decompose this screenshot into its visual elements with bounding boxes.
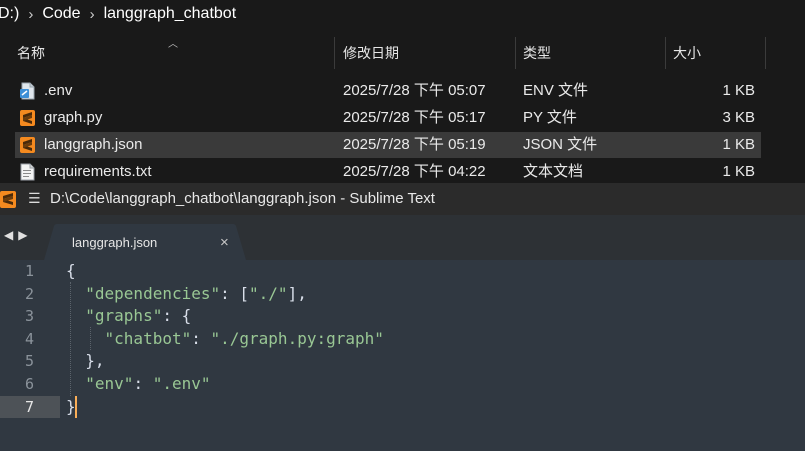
breadcrumb-folder[interactable]: Code xyxy=(42,5,80,23)
file-size: 1 KB xyxy=(722,136,755,153)
title-bar[interactable]: ☰ D:\Code\langgraph_chatbot\langgraph.js… xyxy=(0,183,805,215)
line-gutter: 1 2 3 4 5 6 7 xyxy=(0,260,60,451)
file-row[interactable]: requirements.txt 2025/7/28 下午 04:22 文本文档… xyxy=(15,159,761,185)
file-name: langgraph.json xyxy=(44,136,143,153)
breadcrumb-drive[interactable]: D:) xyxy=(0,5,19,23)
code-line-5: }, xyxy=(85,351,105,371)
file-date: 2025/7/28 下午 05:19 xyxy=(343,136,486,153)
tab-nav-arrows-icon[interactable]: ◀▶ xyxy=(4,228,32,242)
file-row-selected[interactable]: langgraph.json 2025/7/28 下午 05:19 JSON 文… xyxy=(15,132,761,158)
breadcrumb-subfolder[interactable]: langgraph_chatbot xyxy=(104,5,237,23)
column-date[interactable]: 修改日期 xyxy=(343,37,399,69)
tab-label: langgraph.json xyxy=(72,235,158,250)
file-row[interactable]: .env 2025/7/28 下午 05:07 ENV 文件 1 KB xyxy=(15,78,761,104)
sublime-file-icon xyxy=(20,110,35,126)
breadcrumb: D:) › Code › langgraph_chatbot xyxy=(0,0,805,28)
file-size: 3 KB xyxy=(722,109,755,126)
chevron-right-icon: › xyxy=(89,5,95,23)
hamburger-menu-icon[interactable]: ☰ xyxy=(28,190,41,207)
sublime-logo-icon xyxy=(0,191,16,208)
sublime-file-icon xyxy=(20,137,35,153)
line-number: 4 xyxy=(24,329,34,348)
column-divider[interactable] xyxy=(515,37,516,69)
column-size[interactable]: 大小 xyxy=(673,37,701,69)
line-number: 3 xyxy=(24,307,34,326)
sublime-window: ☰ D:\Code\langgraph_chatbot\langgraph.js… xyxy=(0,183,805,451)
column-type[interactable]: 类型 xyxy=(523,37,551,69)
window-title: D:\Code\langgraph_chatbot\langgraph.json… xyxy=(50,190,435,207)
chevron-right-icon: › xyxy=(28,5,34,23)
file-size: 1 KB xyxy=(722,82,755,99)
file-date: 2025/7/28 下午 04:22 xyxy=(343,163,486,180)
code-editor[interactable]: 1 2 3 4 5 6 7 { "dependencies": ["./"], … xyxy=(0,260,805,451)
file-row[interactable]: graph.py 2025/7/28 下午 05:17 PY 文件 3 KB xyxy=(15,105,761,131)
code-line-6: "env": ".env" xyxy=(85,374,211,393)
code-line-4: "chatbot": "./graph.py:graph" xyxy=(104,328,384,348)
file-type: JSON 文件 xyxy=(523,136,598,153)
file-name: requirements.txt xyxy=(44,163,152,180)
column-name[interactable]: 名称 xyxy=(17,37,45,69)
file-date: 2025/7/28 下午 05:17 xyxy=(343,109,486,126)
file-type: PY 文件 xyxy=(523,109,577,126)
file-size: 1 KB xyxy=(722,163,755,180)
line-number: 5 xyxy=(24,352,34,371)
file-type: 文本文档 xyxy=(523,163,584,180)
env-file-icon xyxy=(20,82,35,100)
file-date: 2025/7/28 下午 05:07 xyxy=(343,82,486,99)
file-explorer: D:) › Code › langgraph_chatbot ︿ 名称 修改日期… xyxy=(0,0,805,183)
close-icon[interactable]: × xyxy=(220,224,229,262)
file-name: graph.py xyxy=(44,109,103,126)
text-file-icon xyxy=(20,163,35,181)
column-divider[interactable] xyxy=(665,37,666,69)
column-divider[interactable] xyxy=(765,37,766,69)
line-number: 1 xyxy=(24,262,34,280)
column-header: ︿ 名称 修改日期 类型 大小 xyxy=(0,37,805,69)
sort-up-icon: ︿ xyxy=(168,39,178,50)
code-line-2: "dependencies": ["./"], xyxy=(85,283,307,303)
line-number: 2 xyxy=(24,284,34,303)
line-number: 6 xyxy=(24,375,34,393)
file-type: ENV 文件 xyxy=(523,82,589,99)
code-line-3: "graphs": { xyxy=(85,306,192,326)
file-name: .env xyxy=(44,82,73,99)
tab-bar: ◀▶ langgraph.json × xyxy=(0,215,805,260)
tab-langgraph-json[interactable]: langgraph.json × xyxy=(44,224,246,260)
column-divider[interactable] xyxy=(334,37,335,69)
code-line-1: { xyxy=(66,261,76,280)
line-number-current: 7 xyxy=(24,397,34,416)
text-caret xyxy=(75,396,77,418)
